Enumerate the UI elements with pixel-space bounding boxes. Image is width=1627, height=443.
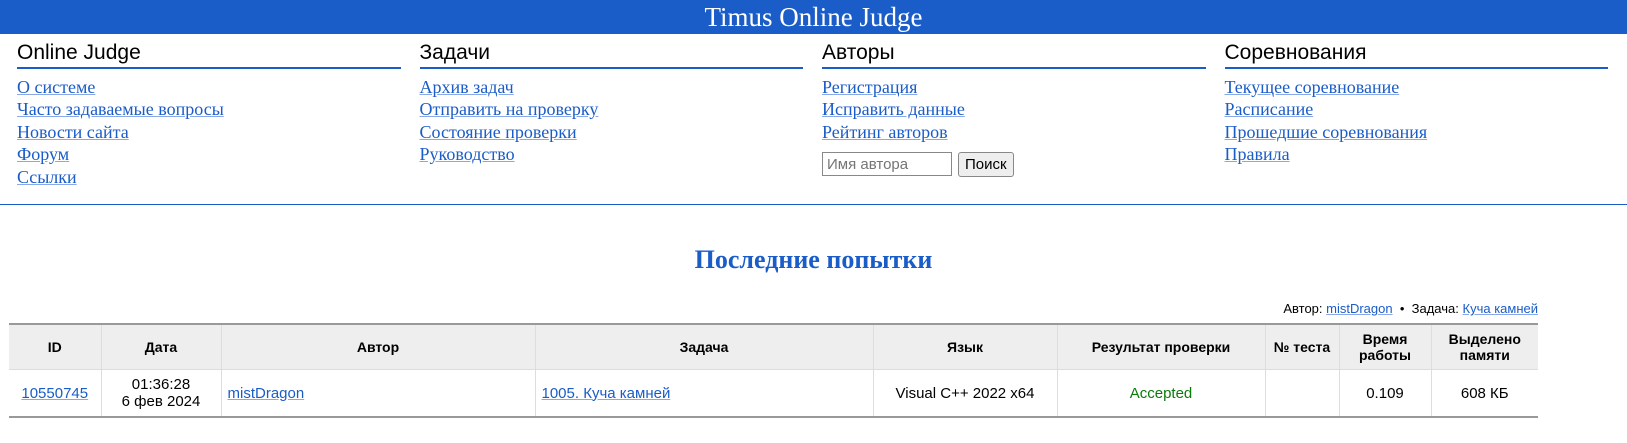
link-about[interactable]: О системе [17, 76, 401, 98]
menu-heading: Online Judge [17, 40, 401, 69]
submissions-table: ID Дата Автор Задача Язык Результат пров… [9, 323, 1538, 418]
link-rules[interactable]: Правила [1225, 143, 1609, 165]
col-verdict: Результат проверки [1056, 324, 1265, 370]
link-links[interactable]: Ссылки [17, 166, 401, 188]
menu-problems: Задачи Архив задач Отправить на проверку… [419, 34, 804, 204]
filter-problem-link[interactable]: Куча камней [1463, 301, 1539, 316]
menu-contests: Соревнования Текущее соревнование Распис… [1224, 34, 1609, 204]
col-language: Язык [872, 324, 1057, 370]
link-faq[interactable]: Часто задаваемые вопросы [17, 98, 401, 120]
author-label: Автор: [1283, 301, 1323, 316]
filter-author-link[interactable]: mistDragon [1326, 301, 1392, 316]
page-title: Последние попытки [694, 245, 933, 274]
link-forum[interactable]: Форум [17, 143, 401, 165]
author-search-input[interactable] [822, 152, 952, 177]
language: Visual C++ 2022 x64 [872, 369, 1057, 417]
link-problem-archive[interactable]: Архив задач [420, 76, 804, 98]
main-menu: Online Judge О системе Часто задаваемые … [0, 34, 1627, 205]
col-memory: Выделено памяти [1430, 324, 1538, 370]
col-date: Дата [100, 324, 221, 370]
separator: • [1399, 301, 1405, 316]
link-schedule[interactable]: Расписание [1225, 98, 1609, 120]
link-guide[interactable]: Руководство [420, 143, 804, 165]
verdict: Accepted [1056, 369, 1265, 417]
submission-date: 01:36:28 6 фев 2024 [100, 369, 221, 417]
author-link[interactable]: mistDragon [228, 385, 305, 402]
link-register[interactable]: Регистрация [822, 76, 1206, 98]
site-title: Timus Online Judge [0, 0, 1627, 34]
runtime: 0.109 [1338, 369, 1431, 417]
link-news[interactable]: Новости сайта [17, 121, 401, 143]
col-author: Автор [220, 324, 535, 370]
memory: 608 КБ [1430, 369, 1538, 417]
col-runtime: Время работы [1338, 324, 1431, 370]
link-current-contest[interactable]: Текущее соревнование [1225, 76, 1609, 98]
problem-label: Задача: [1411, 301, 1459, 316]
col-id: ID [9, 324, 101, 370]
link-ranklist[interactable]: Рейтинг авторов [822, 121, 1206, 143]
col-problem: Задача [534, 324, 873, 370]
submission-id-link[interactable]: 10550745 [21, 385, 88, 402]
menu-authors: Авторы Регистрация Исправить данные Рейт… [822, 34, 1206, 204]
menu-online-judge: Online Judge О системе Часто задаваемые … [17, 34, 401, 204]
table-header: ID Дата Автор Задача Язык Результат пров… [9, 324, 1538, 370]
col-test: № теста [1264, 324, 1339, 370]
search-button[interactable]: Поиск [958, 152, 1014, 178]
filter-info: Автор: mistDragon • Задача: Куча камней [1283, 301, 1538, 316]
link-submit[interactable]: Отправить на проверку [420, 98, 804, 120]
table-row: 10550745 01:36:28 6 фев 2024 mistDragon 1… [9, 369, 1538, 417]
link-edit-profile[interactable]: Исправить данные [822, 98, 1206, 120]
link-status[interactable]: Состояние проверки [420, 121, 804, 143]
menu-heading: Авторы [822, 40, 1206, 69]
link-past-contests[interactable]: Прошедшие соревнования [1225, 121, 1609, 143]
problem-link[interactable]: 1005. Куча камней [542, 385, 671, 402]
test-number [1264, 369, 1339, 417]
menu-heading: Задачи [419, 40, 803, 69]
menu-heading: Соревнования [1224, 40, 1608, 69]
